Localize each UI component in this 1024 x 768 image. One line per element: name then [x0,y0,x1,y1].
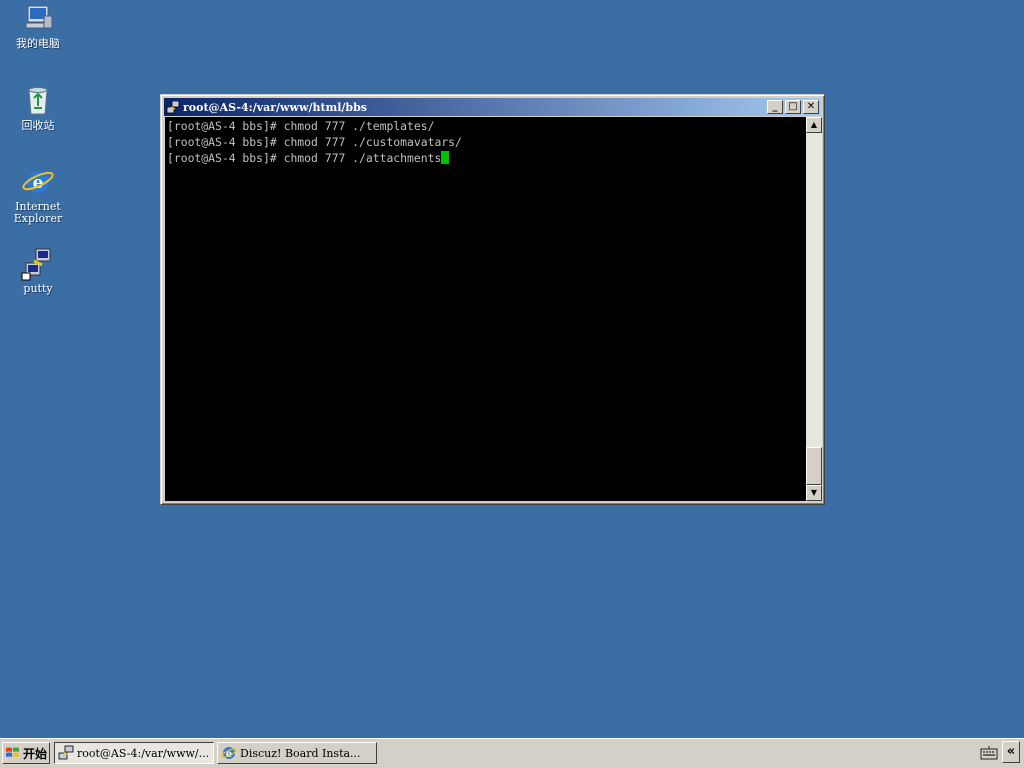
taskbar-item-ie[interactable]: e Discuz! Board Insta... [217,742,377,764]
maximize-button[interactable]: □ [785,100,801,114]
system-tray: « [976,741,1024,765]
putty-icon [20,247,56,281]
desktop-icon-recycle-bin[interactable]: 回收站 [0,84,76,132]
start-button[interactable]: 开始 [2,742,50,764]
minimize-button[interactable]: _ [767,100,783,114]
putty-window[interactable]: root@AS-4:/var/www/html/bbs _ □ ✕ [root@… [160,94,825,505]
desktop-icon-label: 回收站 [21,119,55,132]
close-button[interactable]: ✕ [803,100,819,114]
taskbar-item-label: Discuz! Board Insta... [240,746,361,760]
window-title: root@AS-4:/var/www/html/bbs [183,100,367,114]
desktop-icon-label: Internet Explorer [13,200,63,225]
terminal-cursor [441,151,450,164]
taskbar: 开始 root@AS-4:/var/www/... e Discuz! Boar… [0,738,1024,768]
terminal-line: [root@AS-4 bbs]# chmod 777 ./templates/ [167,119,435,133]
start-label: 开始 [23,746,48,761]
taskbar-item-putty[interactable]: root@AS-4:/var/www/... [54,742,214,764]
window-titlebar[interactable]: root@AS-4:/var/www/html/bbs _ □ ✕ [164,98,821,116]
terminal-line: [root@AS-4 bbs]# chmod 777 ./attachments [165,150,806,166]
scroll-down-button[interactable]: ▼ [806,485,822,501]
desktop-icon-label: putty [23,282,53,295]
windows-logo-icon [5,745,21,761]
scroll-up-button[interactable]: ▲ [806,117,822,133]
terminal-scrollbar[interactable]: ▲ ▼ [806,117,822,501]
putty-icon [58,745,74,761]
putty-icon [166,100,180,114]
recycle-bin-icon [20,84,56,118]
desktop-icon-label: 我的电脑 [16,37,60,50]
my-computer-icon [20,2,56,36]
taskbar-item-label: root@AS-4:/var/www/... [77,746,210,760]
scroll-thumb[interactable] [806,447,822,485]
desktop-icon-putty[interactable]: putty [0,247,76,295]
keyboard-icon[interactable] [980,745,998,761]
internet-explorer-icon: e [221,745,237,761]
terminal-line: [root@AS-4 bbs]# chmod 777 ./customavata… [167,135,462,149]
desktop-icon-my-computer[interactable]: 我的电脑 [0,2,76,50]
terminal-screen[interactable]: [root@AS-4 bbs]# chmod 777 ./templates/ … [165,117,806,501]
tray-expand-button[interactable]: « [1002,741,1020,763]
internet-explorer-icon: e [20,165,56,199]
desktop-icon-internet-explorer[interactable]: e Internet Explorer [0,165,76,225]
